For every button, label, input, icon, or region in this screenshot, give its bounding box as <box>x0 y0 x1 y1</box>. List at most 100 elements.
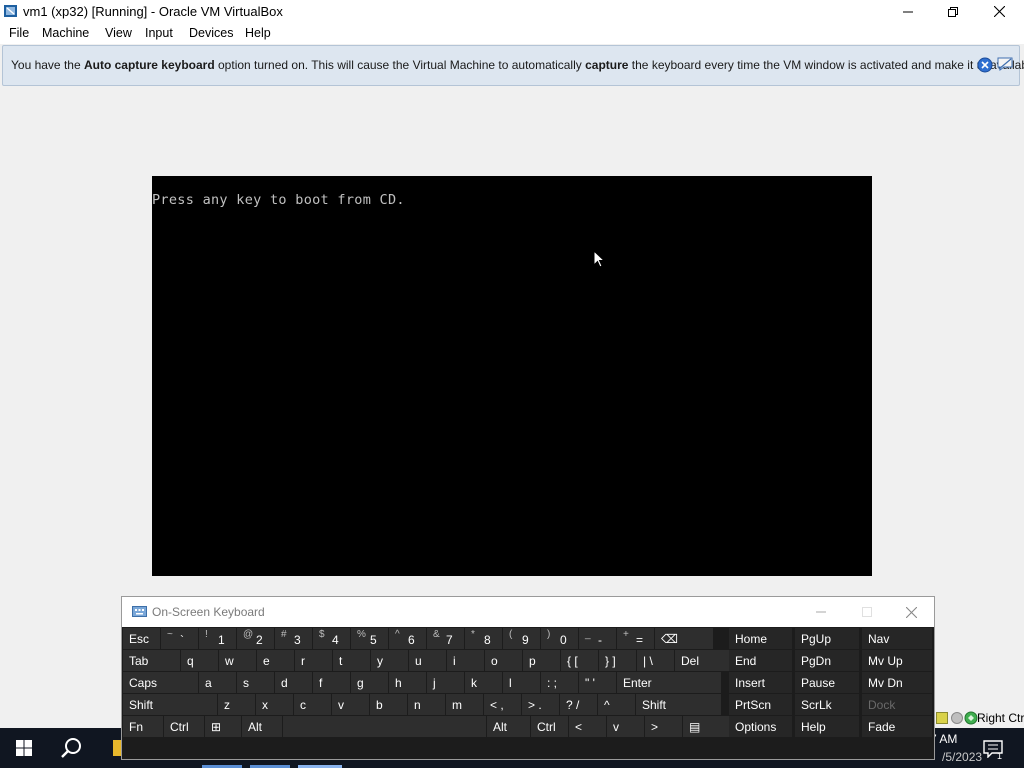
key-m-7[interactable]: m <box>446 694 483 715</box>
key-symbol-11[interactable]: ^ <box>598 694 635 715</box>
vm-screen[interactable]: Press any key to boot from CD. <box>152 176 872 576</box>
key-f[interactable]: f <box>313 672 350 693</box>
key-options[interactable]: Options <box>729 716 792 737</box>
key-n-6[interactable]: n <box>408 694 445 715</box>
key-1[interactable]: ! 1 <box>199 628 236 649</box>
key-symbol[interactable]: _ - <box>579 628 616 649</box>
hide-message-icon[interactable] <box>996 56 1014 72</box>
key-i[interactable]: i <box>447 650 484 671</box>
key-symbol[interactable]: } ] <box>599 650 636 671</box>
osk-close-button[interactable] <box>888 597 934 627</box>
key-u[interactable]: u <box>409 650 446 671</box>
key-nav[interactable]: Nav <box>862 628 932 649</box>
key-7[interactable]: & 7 <box>427 628 464 649</box>
key-mv-up[interactable]: Mv Up <box>862 650 932 671</box>
key-w[interactable]: w <box>219 650 256 671</box>
key-9[interactable]: (9 <box>503 628 540 649</box>
key-symbol[interactable]: | \ <box>637 650 674 671</box>
file-explorer-icon[interactable] <box>113 740 121 756</box>
key-ctrl-1[interactable]: Ctrl <box>164 716 204 737</box>
host-key-icon[interactable] <box>964 711 978 725</box>
usb-status-icon[interactable] <box>936 712 948 724</box>
minimize-button[interactable] <box>885 0 931 23</box>
menu-devices[interactable]: Devices <box>189 26 233 40</box>
key-q[interactable]: q <box>181 650 218 671</box>
key-symbol[interactable]: " ' <box>579 672 616 693</box>
key-symbol[interactable]: : ; <box>541 672 578 693</box>
key-r[interactable]: r <box>295 650 332 671</box>
key-prtscn[interactable]: PrtScn <box>729 694 792 715</box>
key-6[interactable]: ^ 6 <box>389 628 426 649</box>
key-scrlk[interactable]: ScrLk <box>795 694 859 715</box>
key-symbol-9[interactable]: > . <box>522 694 559 715</box>
key-z-1[interactable]: z <box>218 694 255 715</box>
key-mv-dn[interactable]: Mv Dn <box>862 672 932 693</box>
key-p[interactable]: p <box>523 650 560 671</box>
key-alt-3[interactable]: Alt <box>242 716 282 737</box>
menu-machine[interactable]: Machine <box>42 26 89 40</box>
key-symbol-8[interactable]: < , <box>484 694 521 715</box>
close-button[interactable] <box>976 0 1022 23</box>
key-l[interactable]: l <box>503 672 540 693</box>
osk-maximize-button[interactable] <box>844 597 890 627</box>
key-j[interactable]: j <box>427 672 464 693</box>
key-e[interactable]: e <box>257 650 294 671</box>
osk-minimize-button[interactable] <box>798 597 844 627</box>
key-space[interactable] <box>283 716 486 737</box>
key-caps[interactable]: Caps <box>123 672 198 693</box>
menu-help[interactable]: Help <box>245 26 271 40</box>
key-insert[interactable]: Insert <box>729 672 792 693</box>
key-home[interactable]: Home <box>729 628 792 649</box>
recording-status-icon[interactable] <box>951 712 963 724</box>
key-shift-0[interactable]: Shift <box>123 694 217 715</box>
key-c-3[interactable]: c <box>294 694 331 715</box>
key-3[interactable]: #3 <box>275 628 312 649</box>
key-h[interactable]: h <box>389 672 426 693</box>
key-end[interactable]: End <box>729 650 792 671</box>
key-help[interactable]: Help <box>795 716 859 737</box>
key-ctrl-6[interactable]: Ctrl <box>531 716 568 737</box>
key-shift-12[interactable]: Shift <box>636 694 721 715</box>
key-pause[interactable]: Pause <box>795 672 859 693</box>
menu-view[interactable]: View <box>105 26 132 40</box>
key-symbol[interactable]: + = <box>617 628 654 649</box>
key-enter[interactable]: Enter <box>617 672 721 693</box>
key-v-4[interactable]: v <box>332 694 369 715</box>
key-x-2[interactable]: x <box>256 694 293 715</box>
key-5[interactable]: % 5 <box>351 628 388 649</box>
menu-file[interactable]: File <box>9 26 29 40</box>
key-v-8[interactable]: v <box>607 716 644 737</box>
close-notice-icon[interactable] <box>977 57 993 73</box>
restore-button[interactable] <box>930 0 976 23</box>
key-8[interactable]: * 8 <box>465 628 502 649</box>
key-pgup[interactable]: PgUp <box>795 628 859 649</box>
key-symbol[interactable]: { [ <box>561 650 598 671</box>
key-alt-5[interactable]: Alt <box>487 716 530 737</box>
key-backspace[interactable]: ⌫ <box>655 628 713 649</box>
start-button[interactable] <box>0 728 48 768</box>
key-2[interactable]: @2 <box>237 628 274 649</box>
key-g[interactable]: g <box>351 672 388 693</box>
key-symbol-7[interactable]: < <box>569 716 606 737</box>
key-fade[interactable]: Fade <box>862 716 932 737</box>
key-o[interactable]: o <box>485 650 522 671</box>
key-s[interactable]: s <box>237 672 274 693</box>
key-t[interactable]: t <box>333 650 370 671</box>
key-b-5[interactable]: b <box>370 694 407 715</box>
key-4[interactable]: $4 <box>313 628 350 649</box>
key-symbol[interactable]: ~ ` <box>161 628 198 649</box>
key-d[interactable]: d <box>275 672 312 693</box>
key-pgdn[interactable]: PgDn <box>795 650 859 671</box>
key-fn-0[interactable]: Fn <box>123 716 163 737</box>
menu-input[interactable]: Input <box>145 26 173 40</box>
key-a[interactable]: a <box>199 672 236 693</box>
search-button[interactable] <box>48 728 96 768</box>
key-symbol-10[interactable]: ? / <box>560 694 597 715</box>
key-k[interactable]: k <box>465 672 502 693</box>
key-esc[interactable]: Esc <box>123 628 160 649</box>
key-dock[interactable]: Dock <box>862 694 932 715</box>
key-symbol-9[interactable]: > <box>645 716 682 737</box>
key-y[interactable]: y <box>371 650 408 671</box>
key-tab[interactable]: Tab <box>123 650 180 671</box>
key-symbol-2[interactable]: ⊞ <box>205 716 241 737</box>
